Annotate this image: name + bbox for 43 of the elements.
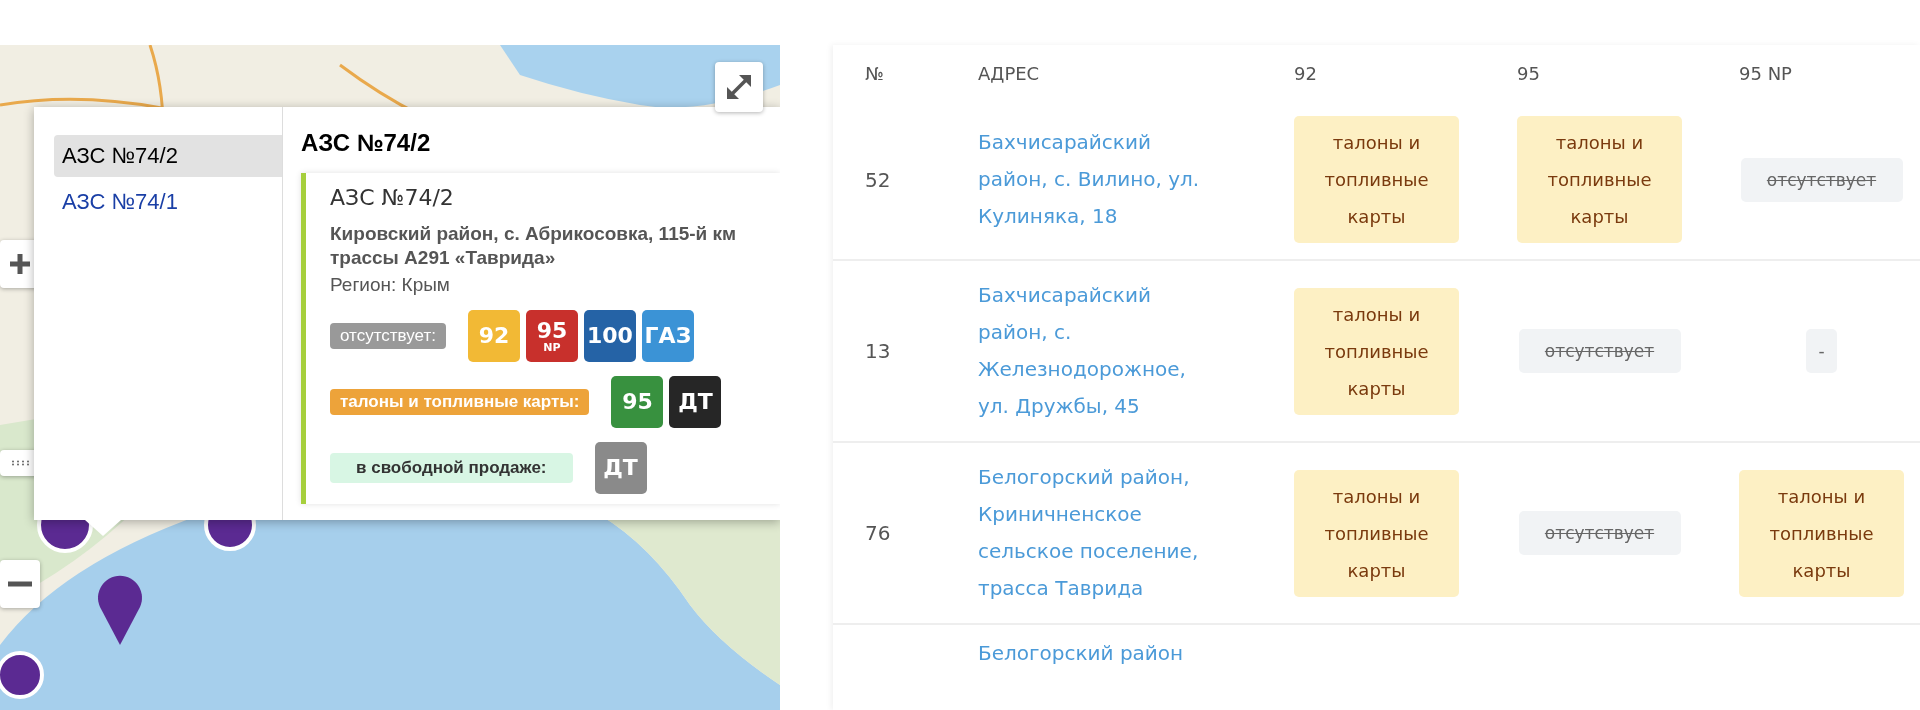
fuel-badge: ДТ	[594, 442, 647, 494]
grip-icon	[11, 460, 29, 466]
minus-icon	[8, 581, 32, 587]
fuel-status-label: отсутствует:	[330, 323, 446, 349]
fuel-badge: 95	[611, 376, 664, 428]
column-header: №	[865, 63, 885, 84]
fuel-status-label: в свободной продаже:	[330, 453, 573, 483]
fuel-badge: ДТ	[669, 376, 722, 428]
status-badge: отсутствует	[1740, 157, 1903, 202]
address-link[interactable]: Белогорский район	[978, 635, 1213, 672]
status-badge: талоны и топливные карты	[1294, 116, 1459, 243]
fuel-badge: 100	[583, 310, 636, 362]
status-badge: отсутствует	[1518, 329, 1681, 373]
column-header: 92	[1294, 63, 1318, 84]
status-badge: талоны и топливные карты	[1294, 287, 1459, 415]
status-badge: -	[1806, 329, 1837, 373]
address-link[interactable]: Белогорский район, Криничненское сельское поселение, трасса Таврида	[978, 459, 1213, 607]
expand-icon	[725, 73, 753, 101]
station-address: Кировский район, с. Абрикосовка, 115-й км трассы А291 «Таврида»	[330, 222, 738, 270]
row-number: 13	[865, 339, 892, 363]
address-link[interactable]: Бахчисарайский район, с. Вилино, ул. Кулиняка, 18	[978, 124, 1213, 235]
column-header: 95	[1517, 63, 1541, 84]
column-header: 95 NP	[1739, 63, 1793, 84]
address-link[interactable]: Бахчисарайский район, с. Железнодорожное, ул. Дружбы, 45	[978, 277, 1213, 425]
station-list-item[interactable]: АЗС №74/2	[54, 135, 282, 177]
station-list-item[interactable]: АЗС №74/1	[54, 181, 282, 223]
row-number: 52	[865, 167, 892, 192]
fuel-badge: 92	[467, 310, 520, 362]
status-badge: талоны и топливные карты	[1517, 116, 1682, 243]
status-badge: отсутствует	[1518, 511, 1681, 555]
fullscreen-button[interactable]	[715, 62, 763, 112]
popup-title: АЗС №74/2	[301, 129, 432, 157]
fuel-badge: 95 NP	[525, 310, 578, 362]
fuel-badge: ГАЗ	[641, 310, 694, 362]
plus-icon	[8, 252, 32, 276]
status-badge: талоны и топливные карты	[1294, 469, 1459, 597]
station-name: АЗС №74/2	[330, 185, 455, 210]
fuel-status-label: талоны и топливные карты:	[330, 389, 590, 415]
column-header: АДРЕС	[978, 63, 1041, 84]
row-number: 76	[865, 521, 892, 545]
zoom-out-button[interactable]	[0, 560, 40, 608]
status-badge: талоны и топливные карты	[1739, 469, 1904, 597]
station-region: Регион: Крым	[330, 274, 451, 296]
